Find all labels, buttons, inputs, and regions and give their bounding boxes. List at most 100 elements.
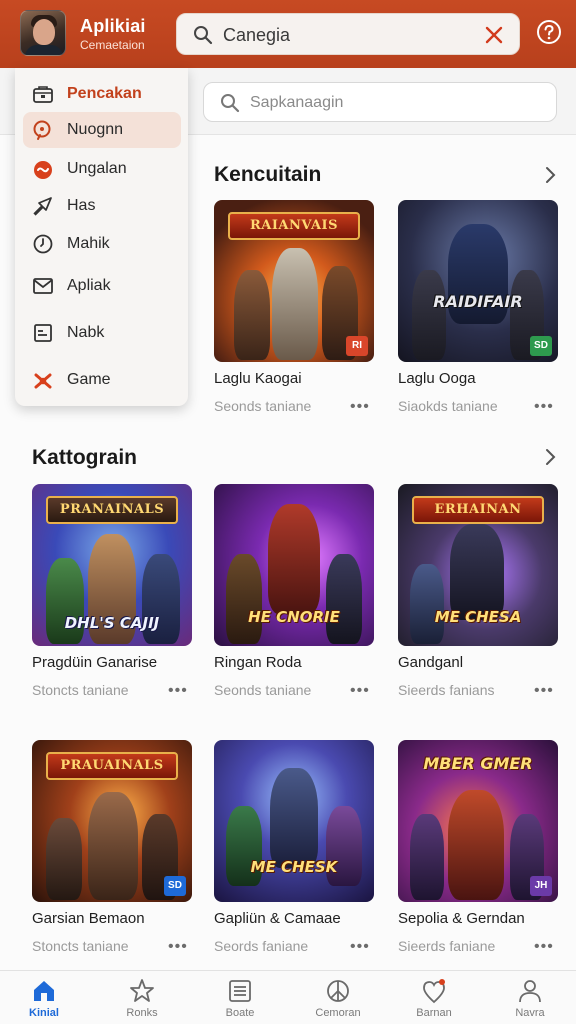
section-title: Kencuitain: [214, 163, 322, 186]
avatar[interactable]: [20, 10, 66, 56]
card-title[interactable]: Ringan Roda: [214, 654, 302, 671]
menu-item-label: Mahik: [67, 235, 110, 252]
card-subtitle: Siaokds taniane: [398, 398, 498, 414]
game-thumbnail[interactable]: MBER GMER JH: [398, 740, 558, 902]
gamepad-icon: [34, 373, 52, 389]
more-options-icon[interactable]: •••: [350, 939, 370, 955]
mail-icon: [33, 278, 53, 294]
menu-item-nabk[interactable]: Nabk: [23, 315, 181, 351]
nav-label: Ronks: [126, 1007, 158, 1019]
more-options-icon[interactable]: •••: [534, 399, 554, 415]
game-banner-text: RAIANVAIS: [228, 212, 360, 240]
card-title[interactable]: Gandganl: [398, 654, 463, 671]
clock-icon: [33, 234, 53, 254]
nav-label: Kinial: [29, 1007, 59, 1019]
menu-item-nuognn[interactable]: Nuognn: [23, 112, 181, 148]
more-options-icon[interactable]: •••: [168, 939, 188, 955]
home-icon: [34, 981, 54, 1001]
store-icon: [33, 86, 53, 103]
nav-label: Cemoran: [315, 1007, 361, 1019]
search-icon: [194, 26, 213, 45]
app-title: Aplikiai: [80, 16, 146, 36]
card-subtitle: Sieerds faniane: [398, 938, 496, 954]
help-icon[interactable]: [536, 19, 562, 45]
rating-badge: SD: [530, 336, 552, 356]
more-options-icon[interactable]: •••: [168, 683, 188, 699]
menu-item-label: Nuognn: [67, 121, 124, 138]
menu-item-has[interactable]: Has: [23, 188, 181, 224]
nav-item-navra[interactable]: Navra: [490, 977, 570, 1023]
arrow-icon: [33, 197, 52, 216]
game-thumbnail[interactable]: ERHAINAN ME CHESA: [398, 484, 558, 646]
more-options-icon[interactable]: •••: [534, 683, 554, 699]
chevron-right-icon[interactable]: [541, 448, 559, 466]
game-thumbnail[interactable]: PRANAINALS DHL'S CAJIJ: [32, 484, 192, 646]
app-subtitle: Cemaetaion: [80, 38, 145, 52]
game-banner-text: PRANAINALS: [46, 496, 178, 524]
menu-item-ungalan[interactable]: Ungalan: [23, 151, 181, 187]
nav-item-boate[interactable]: Boate: [200, 977, 280, 1023]
more-options-icon[interactable]: •••: [350, 399, 370, 415]
more-options-icon[interactable]: •••: [534, 939, 554, 955]
game-thumbnail[interactable]: RAIANVAIS RI: [214, 200, 374, 362]
nav-label: Navra: [515, 1007, 545, 1019]
card-subtitle: Sieerds fanians: [398, 682, 495, 698]
section-title: Kattograin: [32, 446, 137, 469]
menu-item-label: Has: [67, 197, 96, 214]
nav-item-barnan[interactable]: Barnan: [394, 977, 474, 1023]
close-icon[interactable]: [483, 24, 505, 46]
search-input[interactable]: Canegia: [176, 13, 520, 55]
bottom-navigation: Kinial Ronks Boate Cemoran Barnan Navra: [0, 970, 576, 1024]
game-banner-text: ERHAINAN: [412, 496, 544, 524]
menu-item-label: Pencakan: [67, 85, 142, 102]
nav-item-cemoran[interactable]: Cemoran: [298, 977, 378, 1023]
menu-item-mahik[interactable]: Mahik: [23, 226, 181, 262]
game-thumbnail[interactable]: RAIDIFAIR SD: [398, 200, 558, 362]
nav-label: Barnan: [416, 1007, 452, 1019]
secondary-search-field[interactable]: Sapkanaagin: [203, 82, 557, 122]
document-icon: [34, 324, 52, 342]
card-title[interactable]: Laglu Ooga: [398, 370, 476, 387]
menu-item-apliak[interactable]: Apliak: [23, 268, 181, 304]
card-title[interactable]: Pragdüin Ganarise: [32, 654, 157, 671]
menu-item-label: Apliak: [67, 277, 111, 294]
menu-item-pencakan[interactable]: Pencakan: [23, 76, 181, 112]
user-icon: [519, 980, 541, 1003]
game-logo-text: ME CHESA: [434, 608, 522, 626]
game-thumbnail[interactable]: ME CHESK: [214, 740, 374, 902]
dropdown-menu: Pencakan Nuognn Ungalan Has Mahik Apliak…: [15, 68, 188, 406]
menu-item-label: Ungalan: [67, 160, 127, 177]
peace-icon: [327, 980, 349, 1002]
card-title[interactable]: Sepolia & Gerndan: [398, 910, 525, 927]
chevron-right-icon[interactable]: [541, 166, 559, 184]
menu-item-game[interactable]: Game: [23, 362, 181, 398]
card-title[interactable]: Gapliün & Camaae: [214, 910, 341, 927]
card-subtitle: Seonds taniane: [214, 682, 312, 698]
menu-item-label: Nabk: [67, 324, 105, 341]
card-subtitle: Seonds taniane: [214, 398, 312, 414]
game-logo-text: MBER GMER: [423, 754, 533, 773]
rating-badge: SD: [164, 876, 186, 896]
search-icon: [221, 94, 240, 113]
more-options-icon[interactable]: •••: [350, 683, 370, 699]
menu-item-label: Game: [67, 371, 111, 388]
search-icon: [33, 120, 51, 140]
card-title[interactable]: Laglu Kaogai: [214, 370, 302, 387]
nav-item-kinial[interactable]: Kinial: [4, 977, 84, 1023]
rating-badge: RI: [346, 336, 368, 356]
flame-icon: [34, 161, 52, 179]
star-icon: [130, 979, 154, 1002]
game-thumbnail[interactable]: HE CNORIE: [214, 484, 374, 646]
nav-item-ronks[interactable]: Ronks: [102, 977, 182, 1023]
game-thumbnail[interactable]: PRAUAINALS SD: [32, 740, 192, 902]
game-banner-text: PRAUAINALS: [46, 752, 178, 780]
list-icon: [229, 980, 251, 1002]
game-logo-text: ME CHESK: [250, 858, 338, 876]
rating-badge: JH: [530, 876, 552, 896]
heart-pin-icon: [423, 979, 445, 1004]
card-subtitle: Seords faniane: [214, 938, 309, 954]
card-title[interactable]: Garsian Bemaon: [32, 910, 145, 927]
game-logo-text: RAIDIFAIR: [433, 292, 523, 311]
game-logo-text: HE CNORIE: [248, 608, 340, 626]
nav-label: Boate: [225, 1007, 255, 1019]
